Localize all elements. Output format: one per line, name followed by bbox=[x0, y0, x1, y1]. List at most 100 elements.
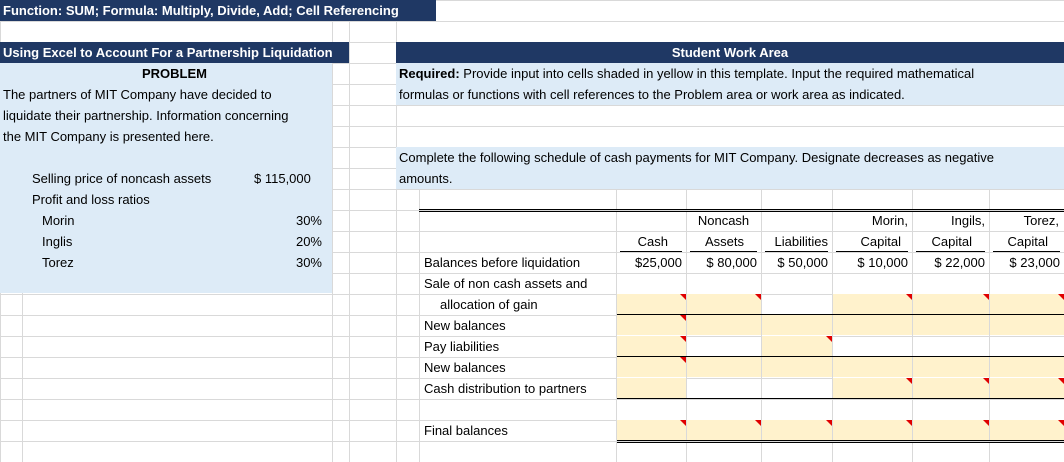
grid-column-line bbox=[22, 293, 23, 462]
col-header-cash[interactable]: Cash bbox=[616, 231, 668, 252]
comment-indicator-icon[interactable] bbox=[983, 294, 989, 300]
sheet-title-bar[interactable]: Function: SUM; Formula: Multiply, Divide… bbox=[0, 0, 436, 21]
subtotal-border bbox=[617, 314, 1064, 315]
input-cell[interactable] bbox=[617, 378, 686, 398]
col-header-liabilities[interactable]: Liabilities bbox=[761, 231, 828, 252]
input-cell[interactable] bbox=[913, 315, 989, 335]
grid-column-line bbox=[419, 189, 420, 462]
comment-indicator-icon[interactable] bbox=[1058, 420, 1064, 426]
col-header-torez-capital[interactable]: Capital bbox=[989, 231, 1048, 252]
input-cell[interactable] bbox=[990, 378, 1064, 398]
input-cell[interactable] bbox=[687, 420, 761, 440]
input-cell[interactable] bbox=[762, 420, 832, 440]
comment-indicator-icon[interactable] bbox=[826, 420, 832, 426]
cell-liabilities-balance[interactable]: $ 50,000 bbox=[761, 252, 828, 273]
input-cell[interactable] bbox=[762, 315, 832, 335]
col-header-morin-capital[interactable]: Capital bbox=[832, 231, 901, 252]
input-cell[interactable] bbox=[913, 357, 989, 377]
instructions-line[interactable]: amounts. bbox=[399, 168, 452, 189]
input-cell[interactable] bbox=[617, 315, 686, 335]
row-label[interactable]: New balances bbox=[424, 315, 506, 336]
row-label[interactable]: allocation of gain bbox=[440, 294, 538, 315]
input-cell[interactable] bbox=[990, 420, 1064, 440]
input-cell[interactable] bbox=[617, 336, 686, 356]
input-cell[interactable] bbox=[833, 294, 912, 314]
comment-indicator-icon[interactable] bbox=[680, 294, 686, 300]
col-header-top[interactable]: Torez, bbox=[989, 210, 1059, 231]
input-cell[interactable] bbox=[913, 378, 989, 398]
cell-cash-balance[interactable]: $25,000 bbox=[616, 252, 682, 273]
comment-indicator-icon[interactable] bbox=[680, 420, 686, 426]
input-cell[interactable] bbox=[990, 315, 1064, 335]
selling-price-label[interactable]: Selling price of noncash assets bbox=[32, 168, 211, 189]
input-cell[interactable] bbox=[833, 315, 912, 335]
comment-indicator-icon[interactable] bbox=[983, 378, 989, 384]
col-header-noncash-assets[interactable]: Assets bbox=[686, 231, 744, 252]
input-cell[interactable] bbox=[833, 378, 912, 398]
partner-name[interactable]: Torez bbox=[42, 252, 74, 273]
row-label[interactable]: Pay liabilities bbox=[424, 336, 499, 357]
input-cell[interactable] bbox=[617, 357, 686, 377]
cell-torez-balance[interactable]: $ 23,000 bbox=[989, 252, 1060, 273]
comment-indicator-icon[interactable] bbox=[906, 420, 912, 426]
col-header-ingils-capital[interactable]: Capital bbox=[912, 231, 972, 252]
partner-name[interactable]: Inglis bbox=[42, 231, 72, 252]
required-line[interactable]: formulas or functions with cell referenc… bbox=[399, 84, 905, 105]
subtotal-border bbox=[617, 398, 1064, 399]
required-text[interactable]: Required: Provide input into cells shade… bbox=[399, 63, 974, 84]
input-cell[interactable] bbox=[687, 315, 761, 335]
work-area-header[interactable]: Student Work Area bbox=[396, 42, 1064, 63]
comment-indicator-icon[interactable] bbox=[1058, 294, 1064, 300]
partner-ratio[interactable]: 20% bbox=[250, 231, 322, 252]
profit-loss-ratios-label[interactable]: Profit and loss ratios bbox=[32, 189, 150, 210]
input-cell[interactable] bbox=[687, 357, 761, 377]
input-cell[interactable] bbox=[833, 357, 912, 377]
comment-indicator-icon[interactable] bbox=[680, 357, 686, 363]
input-cell[interactable] bbox=[913, 294, 989, 314]
partner-ratio[interactable]: 30% bbox=[250, 210, 322, 231]
input-cell[interactable] bbox=[990, 294, 1064, 314]
comment-indicator-icon[interactable] bbox=[1058, 378, 1064, 384]
comment-indicator-icon[interactable] bbox=[826, 336, 832, 342]
col-header-top[interactable]: Ingils, bbox=[912, 210, 985, 231]
input-cell[interactable] bbox=[833, 420, 912, 440]
required-label: Required: bbox=[399, 66, 460, 81]
col-header-top[interactable]: Morin, bbox=[832, 210, 908, 231]
comment-indicator-icon[interactable] bbox=[906, 378, 912, 384]
problem-description-line[interactable]: liquidate their partnership. Information… bbox=[3, 105, 288, 126]
cell-morin-balance[interactable]: $ 10,000 bbox=[832, 252, 908, 273]
problem-description-line[interactable]: the MIT Company is presented here. bbox=[3, 126, 214, 147]
row-label[interactable]: Sale of non cash assets and bbox=[424, 273, 587, 294]
cell-noncash-balance[interactable]: $ 80,000 bbox=[686, 252, 757, 273]
problem-header[interactable]: Using Excel to Account For a Partnership… bbox=[0, 42, 349, 63]
comment-indicator-icon[interactable] bbox=[680, 336, 686, 342]
total-double-border bbox=[617, 440, 1064, 441]
grid-column-line bbox=[349, 0, 350, 462]
comment-indicator-icon[interactable] bbox=[906, 294, 912, 300]
problem-description-line[interactable]: The partners of MIT Company have decided… bbox=[3, 84, 272, 105]
input-cell[interactable] bbox=[762, 336, 832, 356]
col-header-top[interactable]: Noncash bbox=[686, 210, 761, 231]
partner-name[interactable]: Morin bbox=[42, 210, 75, 231]
comment-indicator-icon[interactable] bbox=[755, 420, 761, 426]
subtotal-border bbox=[617, 356, 1064, 357]
row-label[interactable]: Balances before liquidation bbox=[424, 252, 580, 273]
input-cell[interactable] bbox=[687, 294, 761, 314]
comment-indicator-icon[interactable] bbox=[755, 294, 761, 300]
input-cell[interactable] bbox=[617, 294, 686, 314]
row-label[interactable]: Final balances bbox=[424, 420, 508, 441]
row-label[interactable]: New balances bbox=[424, 357, 506, 378]
input-cell[interactable] bbox=[617, 420, 686, 440]
comment-indicator-icon[interactable] bbox=[983, 420, 989, 426]
problem-label[interactable]: PROBLEM bbox=[0, 63, 349, 84]
comment-indicator-icon[interactable] bbox=[680, 315, 686, 321]
row-label[interactable]: Cash distribution to partners bbox=[424, 378, 587, 399]
cell-ingils-balance[interactable]: $ 22,000 bbox=[912, 252, 985, 273]
input-cell[interactable] bbox=[762, 357, 832, 377]
partner-ratio[interactable]: 30% bbox=[250, 252, 322, 273]
required-line: Provide input into cells shaded in yello… bbox=[459, 66, 975, 81]
input-cell[interactable] bbox=[913, 420, 989, 440]
selling-price-value[interactable]: $ 115,000 bbox=[254, 168, 311, 189]
input-cell[interactable] bbox=[990, 357, 1064, 377]
instructions-line[interactable]: Complete the following schedule of cash … bbox=[399, 147, 994, 168]
